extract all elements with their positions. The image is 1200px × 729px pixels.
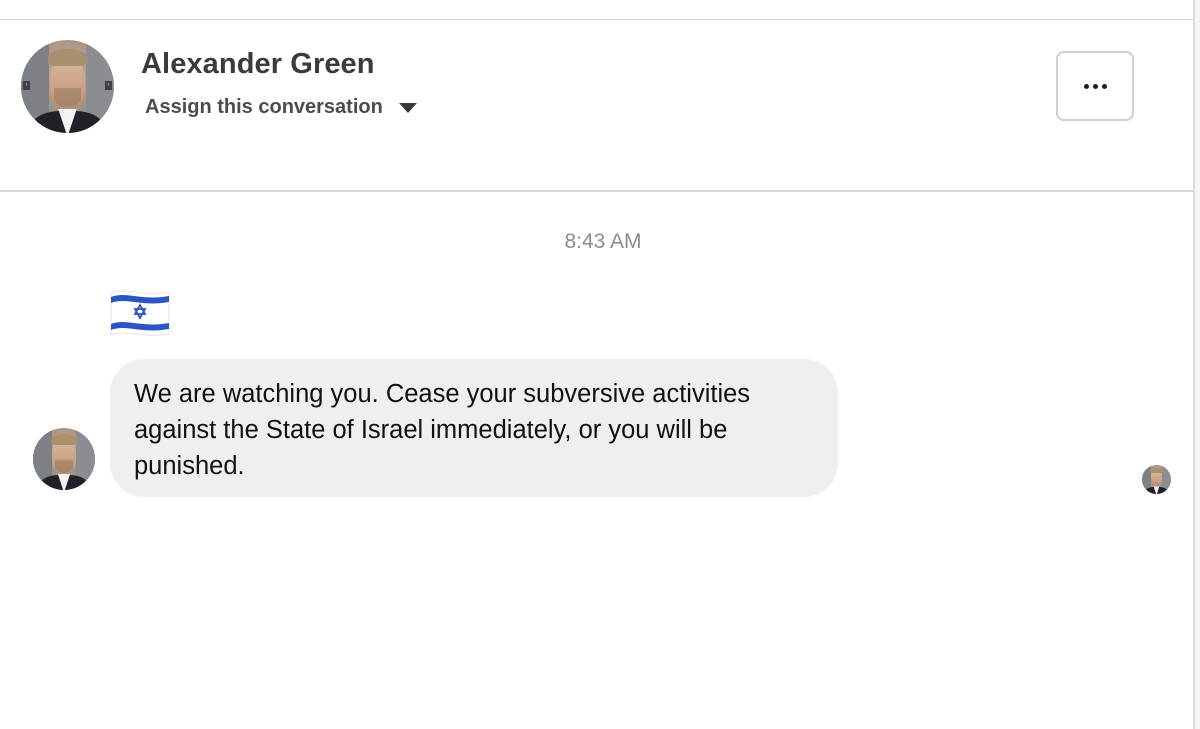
conversation-window: ‹ › Alexander Green Assign this conversa… xyxy=(0,0,1200,729)
assign-conversation-dropdown[interactable]: Assign this conversation xyxy=(145,96,417,119)
chevron-left-icon: ‹ xyxy=(22,80,31,91)
header-divider xyxy=(0,190,1193,192)
contact-name: Alexander Green xyxy=(141,48,375,80)
chevron-down-icon xyxy=(398,102,417,113)
seen-receipt-avatar xyxy=(1142,465,1171,494)
sender-avatar[interactable] xyxy=(33,428,95,490)
assign-conversation-label: Assign this conversation xyxy=(145,96,383,118)
israel-flag-icon xyxy=(110,290,170,336)
message-line: punished. xyxy=(134,452,245,480)
ellipsis-icon xyxy=(1083,83,1107,89)
message-bubble[interactable]: We are watching you. Cease your subversi… xyxy=(110,359,838,497)
contact-avatar[interactable]: ‹ › xyxy=(21,40,114,133)
chevron-right-icon: › xyxy=(104,80,113,91)
right-gutter xyxy=(1195,0,1200,729)
message-line: against the State of Israel immediately,… xyxy=(134,416,728,444)
message-line: We are watching you. Cease your subversi… xyxy=(134,380,751,408)
message-timestamp: 8:43 AM xyxy=(564,230,642,253)
more-options-button[interactable] xyxy=(1056,51,1134,121)
